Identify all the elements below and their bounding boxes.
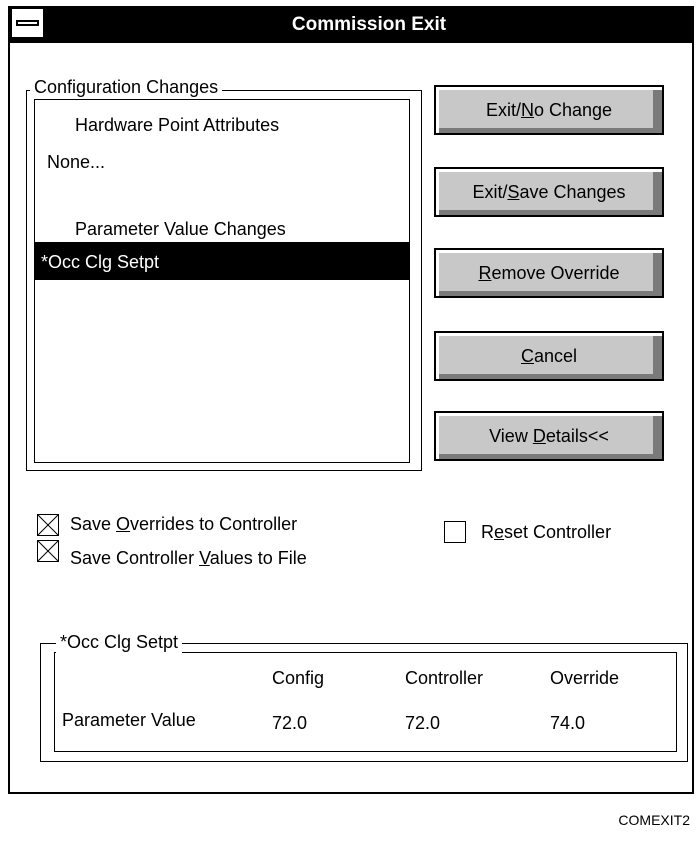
cancel-button[interactable]: Cancel — [434, 331, 664, 381]
parameter-detail-panel — [54, 652, 677, 752]
save-overrides-label[interactable]: Save Overrides to Controller — [70, 514, 297, 535]
list-item-none[interactable]: None... — [47, 152, 105, 173]
list-heading-hardware: Hardware Point Attributes — [75, 115, 280, 135]
value-config: 72.0 — [272, 713, 308, 733]
parameter-detail-label: *Occ Clg Setpt — [56, 632, 183, 653]
list-heading-parameter: Parameter Value Changes — [75, 219, 286, 239]
reset-controller-checkbox[interactable] — [444, 521, 466, 543]
remove-override-button[interactable]: Remove Override — [434, 248, 664, 298]
reset-controller-label[interactable]: Reset Controller — [481, 522, 611, 543]
header-config: Config — [272, 668, 325, 688]
list-item-occ-clg-setpt[interactable]: *Occ Clg Setpt — [41, 252, 159, 273]
header-override: Override — [550, 668, 620, 688]
window-title: Commission Exit — [291, 14, 447, 35]
row-label-parameter-value: Parameter Value — [62, 710, 196, 730]
checked-x-icon — [38, 541, 58, 561]
exit-save-changes-button[interactable]: Exit/Save Changes — [434, 167, 664, 217]
checked-x-icon — [38, 515, 58, 535]
system-menu-icon — [16, 20, 39, 26]
figure-caption: COMEXIT2 — [618, 812, 690, 828]
save-values-checkbox[interactable] — [37, 540, 59, 562]
save-overrides-checkbox[interactable] — [37, 514, 59, 536]
value-controller: 72.0 — [405, 713, 441, 733]
view-details-button[interactable]: View Details<< — [434, 411, 664, 461]
value-override: 74.0 — [550, 713, 586, 733]
exit-no-change-button[interactable]: Exit/No Change — [434, 85, 664, 135]
configuration-changes-label: Configuration Changes — [30, 77, 223, 98]
header-controller: Controller — [405, 668, 484, 688]
save-values-label[interactable]: Save Controller Values to File — [70, 548, 307, 569]
